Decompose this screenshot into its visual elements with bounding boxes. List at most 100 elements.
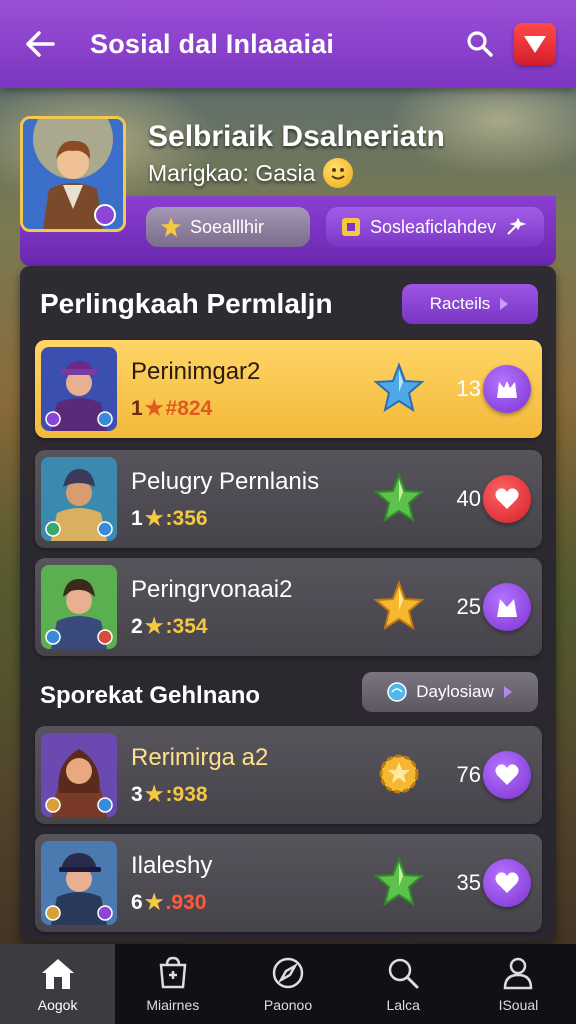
green-star-icon (373, 472, 425, 523)
player-name: Rerimirga a2 (131, 744, 269, 771)
profile-card: Selbriaik Dsalneriatn Marigkao: Gasia So… (20, 116, 556, 266)
back-arrow-icon (26, 31, 55, 57)
player-score: 3 ★ :938 (131, 782, 208, 807)
badge-icon (342, 218, 360, 236)
player-count: 35 (456, 870, 481, 895)
home-icon (41, 959, 74, 989)
leaderboard-row[interactable]: Rerimirga a2 3 ★ :938 76 (35, 726, 542, 824)
player-score: 2 ★ :354 (131, 614, 208, 639)
player-name: Perinimgar2 (131, 358, 261, 385)
section1-details-button[interactable]: Racteils (402, 284, 538, 324)
score-star-icon: ★ (144, 397, 164, 420)
blue-star-icon (373, 362, 425, 413)
profile-secondary-label: Soealllhir (190, 216, 265, 237)
player-score: 1 ★ :356 (131, 506, 208, 531)
search-icon (388, 958, 419, 989)
search-icon (467, 31, 493, 57)
nav-label: Aogok (37, 997, 78, 1013)
nav-item-explore[interactable]: Paonoo (230, 944, 345, 1024)
hero-portrait-icon (23, 119, 123, 229)
leaderboard-panel: Perlingkaah Permlaljn Racteils Perinimga… (20, 266, 556, 942)
heart-icon (524, 36, 546, 53)
player-score-value: #824 (165, 396, 213, 420)
section2-details-button[interactable]: Daylosiaw (362, 672, 538, 712)
player-name: Pelugry Pernlanis (131, 468, 320, 495)
profile-icon (504, 957, 533, 990)
compass-icon (272, 957, 304, 989)
app-header: Sosial dal Inlaaaiai (0, 0, 576, 88)
profile-avatar[interactable] (20, 116, 126, 232)
profile-secondary-button[interactable]: Soealllhir (146, 207, 310, 247)
star-badge-icon (497, 599, 517, 617)
player-count: 76 (456, 762, 481, 787)
player-avatar (41, 733, 117, 817)
player-name: Peringrvonaai2 (131, 576, 293, 603)
player-score: 6 ★ .930 (131, 890, 206, 915)
chevron-right-icon (503, 686, 512, 698)
profile-subtitle: Marigkao: Gasia (148, 158, 354, 188)
leaderboard-row[interactable]: Ilaleshy 6 ★ .930 35 (35, 834, 542, 932)
favorites-button[interactable] (514, 23, 556, 65)
player-score-value: .930 (165, 890, 207, 914)
player-score-value: :354 (165, 614, 208, 638)
nav-label: Miairnes (146, 997, 200, 1013)
chevron-right-icon (500, 298, 509, 310)
leaderboard-row[interactable]: Pelugry Pernlanis 1 ★ :356 40 (35, 450, 542, 548)
player-score: 1 ★ #824 (131, 396, 212, 421)
player-avatar (41, 841, 117, 925)
green-star-icon (373, 856, 425, 907)
row-action-button[interactable] (483, 475, 531, 523)
gold-star-icon (373, 580, 425, 631)
profile-subtitle-text: Marigkao: Gasia (148, 159, 316, 186)
page-title: Sosial dal Inlaaaiai (90, 28, 335, 59)
row-action-button[interactable] (483, 583, 531, 631)
crown-badge-icon (497, 381, 517, 398)
score-star-icon: ★ (144, 615, 164, 638)
leaderboard-row[interactable]: Perinimgar2 1 ★ #824 13 (35, 340, 542, 438)
score-star-icon: ★ (144, 507, 164, 530)
score-star-icon: ★ (144, 891, 164, 914)
player-score-value: :938 (165, 782, 208, 806)
nav-label: Paonoo (263, 997, 313, 1013)
nav-item-search[interactable]: Lalca (346, 944, 461, 1024)
player-rank: 6 (131, 890, 143, 914)
player-rank: 1 (131, 506, 143, 530)
row-action-button[interactable] (483, 859, 531, 907)
row-action-button[interactable] (483, 365, 531, 413)
nav-label: Lalca (386, 997, 420, 1013)
player-rank: 1 (131, 396, 143, 420)
heart-icon (495, 488, 519, 509)
nav-label: ISoual (498, 997, 539, 1013)
heart-icon (495, 764, 519, 785)
sparkle-icon (507, 217, 527, 235)
heart-icon (495, 872, 519, 893)
nav-item-profile[interactable]: ISoual (461, 944, 576, 1024)
shop-icon (159, 956, 187, 989)
profile-primary-button[interactable]: Sosleaficlahdev (326, 207, 544, 247)
gold-gear-star-icon (379, 754, 419, 794)
player-name: Ilaleshy (131, 852, 213, 879)
player-rank: 2 (131, 614, 143, 638)
row-action-button[interactable] (483, 751, 531, 799)
nav-item-home[interactable]: Aogok (0, 944, 116, 1024)
profile-primary-label: Sosleaficlahdev (370, 216, 497, 237)
player-rank: 3 (131, 782, 143, 806)
section1-link-label: Racteils (429, 294, 491, 313)
player-avatar (41, 565, 117, 649)
smiley-icon (323, 158, 354, 188)
profile-name: Selbriaik Dsalneriatn (148, 120, 445, 153)
section-title-2: Sporekat Gehlnano (40, 682, 261, 709)
bottom-nav: Aogok Miairnes Paonoo Lalca ISoual (0, 944, 576, 1024)
search-button[interactable] (460, 24, 500, 64)
player-count: 25 (456, 594, 481, 619)
back-button[interactable] (20, 24, 60, 64)
player-count: 40 (456, 486, 481, 511)
nav-item-shop[interactable]: Miairnes (115, 944, 230, 1024)
section-title-1: Perlingkaah Permlaljn (40, 288, 333, 319)
leaderboard-row[interactable]: Peringrvonaai2 2 ★ :354 25 (35, 558, 542, 656)
player-count: 13 (456, 376, 481, 401)
player-score-value: :356 (165, 506, 208, 530)
player-avatar (41, 457, 117, 541)
score-star-icon: ★ (144, 783, 164, 806)
globe-icon (387, 682, 407, 702)
